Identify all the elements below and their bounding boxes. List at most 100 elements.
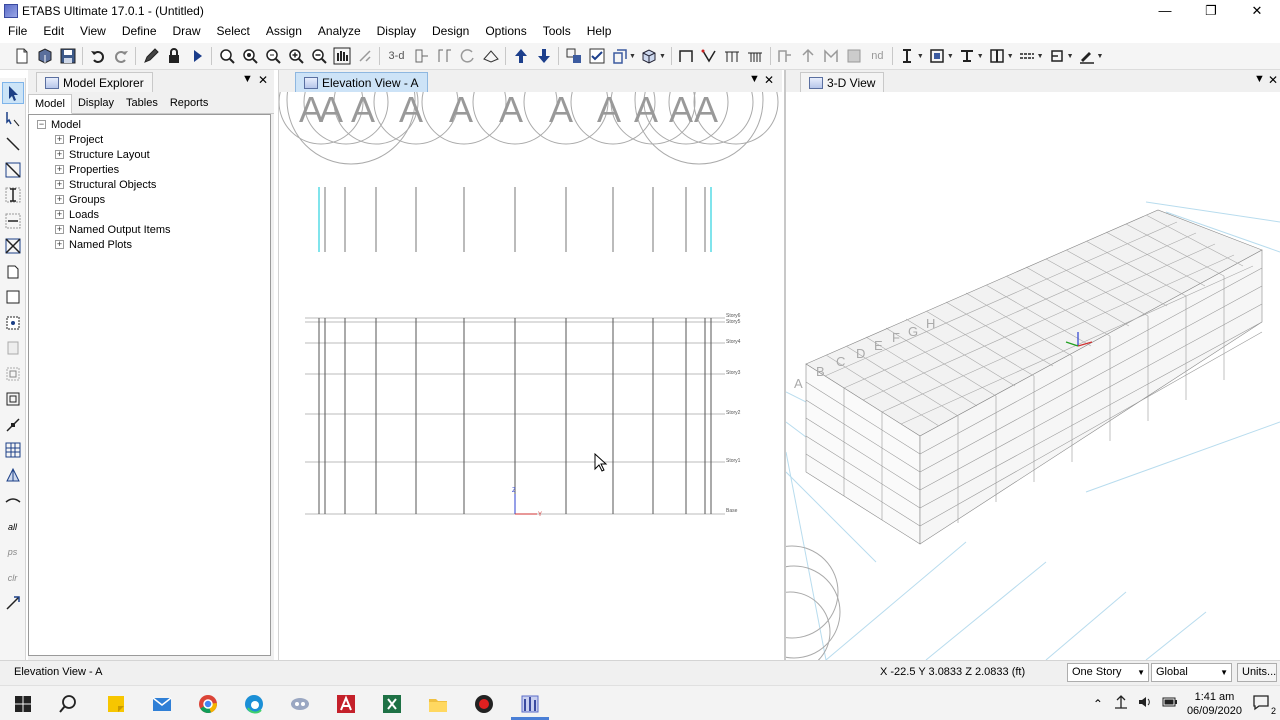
coordinate-system-selector[interactable]: Global ▼ [1151,663,1232,682]
panel-close-button[interactable]: ✕ [258,73,268,87]
expand-icon[interactable]: + [55,165,64,174]
tree-item-named-plots[interactable]: + Named Plots [29,237,270,252]
taskbar-app-snipping[interactable] [285,690,315,718]
undo-button[interactable] [87,45,109,67]
draw-tendon-tool[interactable] [2,490,24,512]
dropdown-arrow[interactable]: ▼ [977,53,984,60]
menu-tools[interactable]: Tools [535,21,579,42]
taskbar-excel[interactable] [377,690,407,718]
close-button[interactable]: ✕ [1234,0,1280,21]
quick-draw-area-tool[interactable] [2,312,24,334]
set-display-options-button[interactable] [586,45,608,67]
dropdown-arrow[interactable]: ▼ [1067,53,1074,60]
taskbar-file-explorer[interactable] [423,690,453,718]
intersecting-line-select-tool[interactable] [2,592,24,614]
network-icon[interactable] [1113,694,1129,713]
draw-joint-tool[interactable] [2,133,24,155]
tab-display[interactable]: Display [72,94,120,113]
draw-frame-button[interactable] [675,45,697,67]
draw-opening-tool[interactable] [2,388,24,410]
3d-view-tab[interactable]: 3-D View [800,72,885,92]
elevation-view-tab[interactable]: Elevation View - A [295,72,428,92]
tree-root-model[interactable]: − Model [29,117,270,132]
zoom-in-button[interactable] [285,45,307,67]
draw-brace-tool[interactable] [2,235,24,257]
plan-view-button[interactable] [411,45,433,67]
save-model-button[interactable] [57,45,79,67]
expand-icon[interactable]: + [55,180,64,189]
search-button[interactable] [53,690,83,718]
object-shrink-button[interactable] [563,45,585,67]
restore-view-button[interactable] [239,45,261,67]
dropdown-arrow[interactable]: ▼ [917,53,924,60]
3d-view-canvas[interactable]: A B C D E F G H [786,92,1280,660]
dropdown-arrow[interactable]: ▼ [947,53,954,60]
units-button[interactable]: Units... [1237,663,1277,682]
tab-model[interactable]: Model [28,94,72,114]
expand-icon[interactable]: + [55,240,64,249]
clear-selection-tool[interactable]: clr [2,567,24,589]
collapse-icon[interactable]: − [37,120,46,129]
draw-section-button[interactable] [986,45,1008,67]
draw-column-button[interactable] [896,45,918,67]
menu-design[interactable]: Design [424,21,477,42]
minimize-button[interactable]: — [1142,0,1188,21]
move-down-button[interactable] [533,45,555,67]
draw-grid-tool[interactable] [2,439,24,461]
taskbar-mail[interactable] [147,690,177,718]
dropdown-arrow[interactable]: ▼ [659,53,666,60]
notifications-button[interactable]: 2 [1252,693,1276,716]
lock-model-button[interactable] [163,45,185,67]
elevation-close-button[interactable]: ✕ [764,73,774,87]
tree-item-groups[interactable]: + Groups [29,192,270,207]
menu-view[interactable]: View [72,21,114,42]
nd-button[interactable]: nd [866,45,888,67]
tree-item-project[interactable]: + Project [29,132,270,147]
dropdown-arrow[interactable]: ▼ [629,53,636,60]
redo-button[interactable] [110,45,132,67]
taskbar-chrome[interactable] [193,690,223,718]
tree-item-properties[interactable]: + Properties [29,162,270,177]
draw-wall-tool[interactable] [2,337,24,359]
expand-icon[interactable]: + [55,210,64,219]
tree-item-named-output-items[interactable]: + Named Output Items [29,222,270,237]
new-model-button[interactable] [11,45,33,67]
expand-icon[interactable]: + [55,225,64,234]
tree-item-structure-layout[interactable]: + Structure Layout [29,147,270,162]
draw-null-button[interactable] [820,45,842,67]
extrude-view-button[interactable] [638,45,660,67]
draw-girder-button[interactable] [956,45,978,67]
dropdown-arrow[interactable]: ▼ [1097,53,1104,60]
expand-icon[interactable]: + [55,150,64,159]
select-all-tool[interactable]: all [2,516,24,538]
draw-dimension-button[interactable] [1076,45,1098,67]
restore-button[interactable]: ❐ [1188,0,1234,21]
menu-select[interactable]: Select [209,21,258,42]
draw-beam-button[interactable] [721,45,743,67]
draw-tendon-button[interactable] [1046,45,1068,67]
menu-edit[interactable]: Edit [35,21,72,42]
menu-display[interactable]: Display [369,21,424,42]
rubber-band-zoom-button[interactable] [354,45,376,67]
3d-view-close-button[interactable]: ✕ [1268,73,1278,87]
draw-beam-tool[interactable] [2,210,24,232]
battery-icon[interactable] [1161,694,1179,713]
draw-wall-button[interactable] [774,45,796,67]
elevation-view-button[interactable] [434,45,456,67]
zoom-out-button[interactable] [308,45,330,67]
draw-slab-button[interactable] [926,45,948,67]
edit-pencil-button[interactable] [140,45,162,67]
tab-tables[interactable]: Tables [120,94,164,113]
run-analysis-button[interactable] [186,45,208,67]
expand-icon[interactable]: + [55,195,64,204]
panel-menu-dropdown[interactable]: ▼ [242,73,253,85]
elevation-menu-dropdown[interactable]: ▼ [749,73,760,85]
rotate-3d-button[interactable] [457,45,479,67]
previous-selection-tool[interactable]: ps [2,541,24,563]
expand-icon[interactable]: + [55,135,64,144]
chevron-up-icon[interactable]: ⌃ [1093,697,1103,711]
tree-item-loads[interactable]: + Loads [29,207,270,222]
draw-brace-button[interactable] [698,45,720,67]
elevation-canvas[interactable]: A A A A A A A A A A A Story6 Story5 Stor… [279,92,783,660]
tab-reports[interactable]: Reports [164,94,215,113]
